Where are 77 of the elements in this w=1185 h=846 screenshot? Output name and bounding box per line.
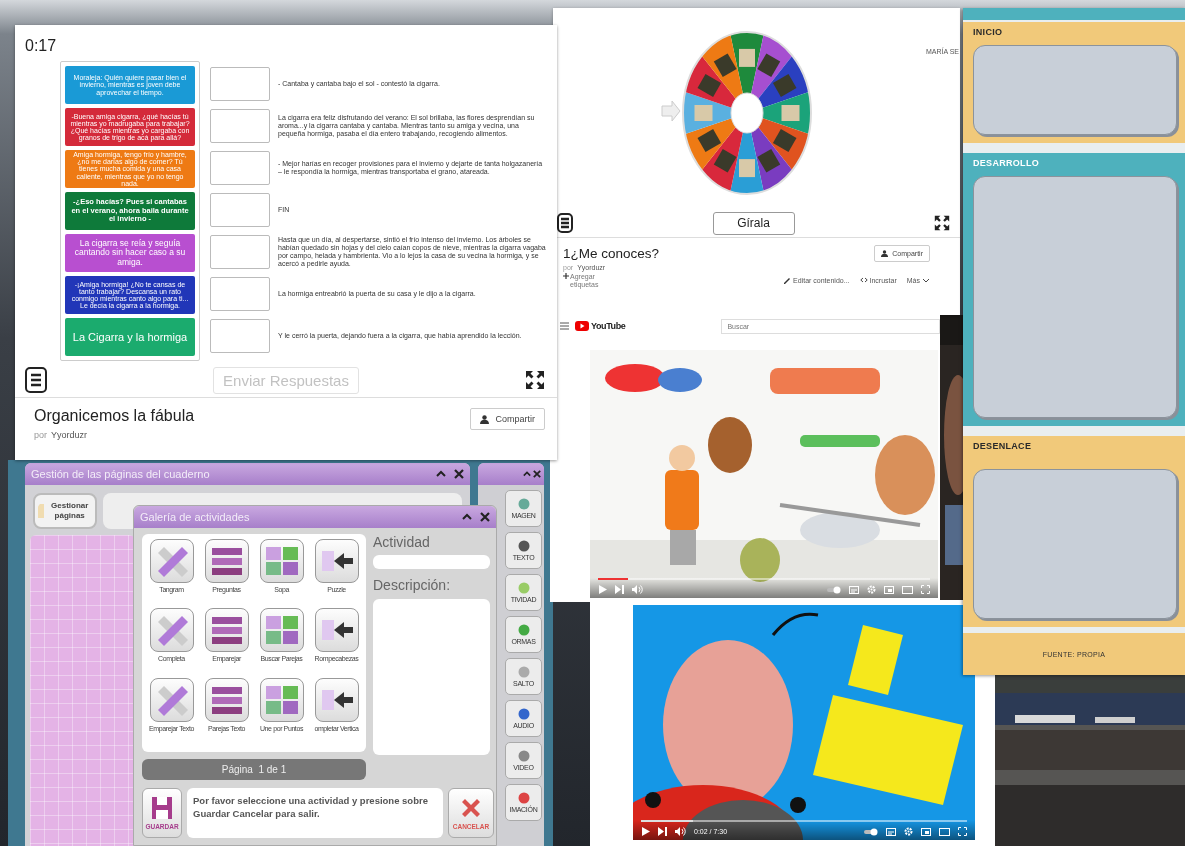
share-button[interactable]: Compartir: [470, 408, 545, 430]
settings-icon[interactable]: [904, 827, 913, 836]
pencil-icon: [783, 276, 792, 284]
theater-icon[interactable]: [939, 827, 950, 836]
circle-icon: [516, 750, 531, 762]
section-label: DESENLACE: [973, 441, 1033, 453]
activity-tile[interactable]: [314, 539, 359, 583]
description-field[interactable]: [373, 599, 490, 755]
floppy-icon: [151, 796, 173, 820]
close-icon[interactable]: [480, 512, 490, 522]
play-logo-icon[interactable]: [575, 321, 589, 331]
toggle-icon[interactable]: [864, 827, 878, 836]
text-box[interactable]: [973, 45, 1177, 135]
toggle-icon[interactable]: [827, 585, 841, 594]
site-name[interactable]: YouTube: [591, 321, 626, 331]
spin-button[interactable]: Gírala: [712, 211, 795, 235]
page-indicator: Página 1 de 1: [142, 759, 366, 780]
theater-icon[interactable]: [902, 585, 913, 594]
plus-icon: [563, 273, 569, 279]
subtitles-icon[interactable]: [886, 827, 896, 836]
activity-tile[interactable]: [149, 608, 194, 653]
menu-icon[interactable]: [25, 367, 47, 393]
circle-icon: [516, 666, 531, 678]
miniplayer-icon[interactable]: [921, 827, 931, 836]
miniplayer-icon[interactable]: [884, 585, 894, 594]
subtitles-icon[interactable]: [849, 585, 859, 594]
activity-tile[interactable]: [314, 677, 359, 722]
caret-up-icon[interactable]: [462, 512, 472, 522]
close-icon[interactable]: [454, 469, 464, 479]
circle-icon: [516, 624, 531, 636]
circle-icon: [516, 498, 531, 510]
author-name[interactable]: Yyorduzr: [51, 430, 88, 440]
circle-icon: [516, 708, 531, 720]
code-icon: [859, 276, 868, 284]
arrow-icon: [660, 100, 681, 122]
caret-up-icon[interactable]: [436, 469, 446, 479]
caret-up-icon[interactable]: [523, 469, 531, 479]
volume-icon[interactable]: [675, 827, 686, 836]
activity-title: 1¿Me conoces?: [563, 245, 660, 261]
fullscreen-icon[interactable]: [934, 215, 950, 231]
window-title: Gestión de las páginas del cuaderno: [31, 468, 210, 480]
fullscreen-icon[interactable]: [958, 827, 967, 836]
activity-tile[interactable]: [259, 539, 304, 583]
field-label: Actividad: [373, 534, 431, 552]
spinner-wheel-drawing[interactable]: [680, 30, 813, 196]
menu-icon[interactable]: [557, 213, 573, 233]
field-label: Descripción:: [373, 577, 452, 595]
timer: 0:17: [24, 36, 57, 56]
activity-tile[interactable]: [204, 677, 249, 722]
activity-tile[interactable]: [259, 608, 304, 653]
chevron-down-icon: [922, 276, 930, 284]
activity-tile[interactable]: [204, 608, 249, 653]
activity-title: Organicemos la fábula: [34, 407, 195, 425]
circle-icon: [516, 540, 531, 552]
by-label: por: [34, 430, 47, 440]
settings-icon[interactable]: [867, 585, 876, 594]
section-label: INICIO: [973, 27, 1004, 39]
window-title: Galería de actividades: [140, 511, 250, 523]
circle-icon: [516, 582, 531, 594]
section-label: DESARROLLO: [973, 158, 1040, 170]
text-box[interactable]: [973, 469, 1177, 619]
story-card[interactable]: La cigarra se reía y seguía cantando sin hacer caso a su amiga.: [65, 234, 195, 272]
manage-pages-button[interactable]: Gestionar páginas: [33, 493, 97, 529]
skip-next-icon[interactable]: [658, 827, 667, 836]
activity-tile[interactable]: [149, 677, 194, 722]
play-icon[interactable]: [641, 827, 650, 836]
fullscreen-icon[interactable]: [525, 370, 545, 390]
activity-tile[interactable]: [149, 539, 194, 583]
user-icon: [881, 250, 889, 257]
close-icon[interactable]: [533, 469, 541, 479]
message-text: Por favor seleccione una actividad y presione sobre Guardar Cancelar para salir.: [187, 788, 443, 838]
user-icon: [480, 414, 490, 424]
activity-tile[interactable]: [259, 677, 304, 722]
activity-field[interactable]: [373, 555, 490, 569]
activity-tile[interactable]: [204, 539, 249, 583]
activity-tile[interactable]: [314, 608, 359, 653]
circle-icon: [516, 792, 531, 804]
